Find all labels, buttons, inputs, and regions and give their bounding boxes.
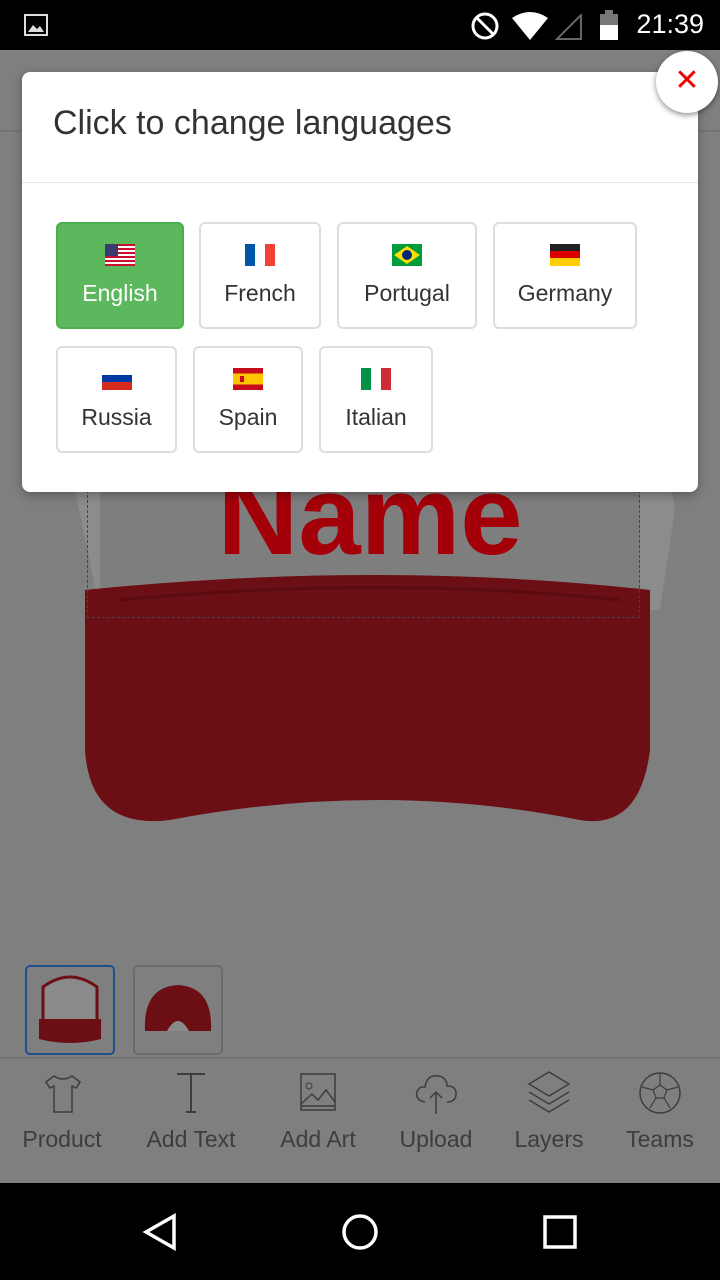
toolbar-add-art[interactable]: Add Art bbox=[258, 1070, 378, 1153]
tshirt-icon bbox=[44, 1075, 82, 1113]
status-bar: 21:39 bbox=[0, 0, 720, 50]
battery-icon bbox=[600, 10, 618, 40]
language-portugal[interactable]: Portugal bbox=[337, 222, 477, 329]
flag-fr-icon bbox=[245, 244, 275, 266]
layers-icon bbox=[527, 1071, 571, 1113]
image-icon bbox=[300, 1073, 336, 1111]
image-icon bbox=[24, 14, 48, 36]
flag-es-icon bbox=[233, 368, 263, 390]
flag-us-icon bbox=[105, 244, 135, 266]
wifi-icon bbox=[512, 12, 548, 40]
thumbnail-front[interactable] bbox=[25, 965, 115, 1055]
language-italian[interactable]: Italian bbox=[319, 346, 433, 453]
modal-title: Click to change languages bbox=[53, 104, 452, 142]
home-icon[interactable] bbox=[341, 1213, 379, 1251]
language-russia[interactable]: Russia bbox=[56, 346, 177, 453]
soccer-ball-icon bbox=[639, 1072, 681, 1114]
close-icon: ✕ bbox=[674, 63, 700, 98]
language-french[interactable]: French bbox=[199, 222, 321, 329]
recents-icon[interactable] bbox=[543, 1215, 577, 1249]
text-icon bbox=[177, 1073, 205, 1113]
modal-divider bbox=[22, 182, 698, 183]
flag-br-icon bbox=[392, 244, 422, 266]
close-button[interactable]: ✕ bbox=[656, 51, 718, 113]
cap-front-thumbnail bbox=[39, 975, 101, 1043]
language-spain[interactable]: Spain bbox=[193, 346, 303, 453]
toolbar-product[interactable]: Product bbox=[2, 1070, 122, 1153]
toolbar-layers[interactable]: Layers bbox=[489, 1070, 609, 1153]
cap-back-thumbnail bbox=[144, 985, 212, 1031]
toolbar-add-text[interactable]: Add Text bbox=[131, 1070, 251, 1153]
dnd-icon bbox=[471, 12, 499, 40]
toolbar-upload[interactable]: Upload bbox=[376, 1070, 496, 1153]
signal-icon bbox=[555, 14, 582, 40]
flag-de-icon bbox=[550, 244, 580, 266]
language-english[interactable]: English bbox=[56, 222, 184, 329]
back-icon[interactable] bbox=[142, 1213, 178, 1251]
flag-it-icon bbox=[361, 368, 391, 390]
language-modal: Click to change languages English French… bbox=[22, 72, 698, 492]
toolbar-divider bbox=[0, 1057, 720, 1059]
clock: 21:39 bbox=[636, 9, 704, 39]
thumbnail-back[interactable] bbox=[133, 965, 223, 1055]
flag-ru-icon bbox=[101, 368, 132, 390]
android-nav-bar bbox=[0, 1183, 720, 1280]
toolbar-teams[interactable]: Teams bbox=[600, 1070, 720, 1153]
cloud-upload-icon bbox=[415, 1074, 457, 1114]
language-germany[interactable]: Germany bbox=[493, 222, 637, 329]
